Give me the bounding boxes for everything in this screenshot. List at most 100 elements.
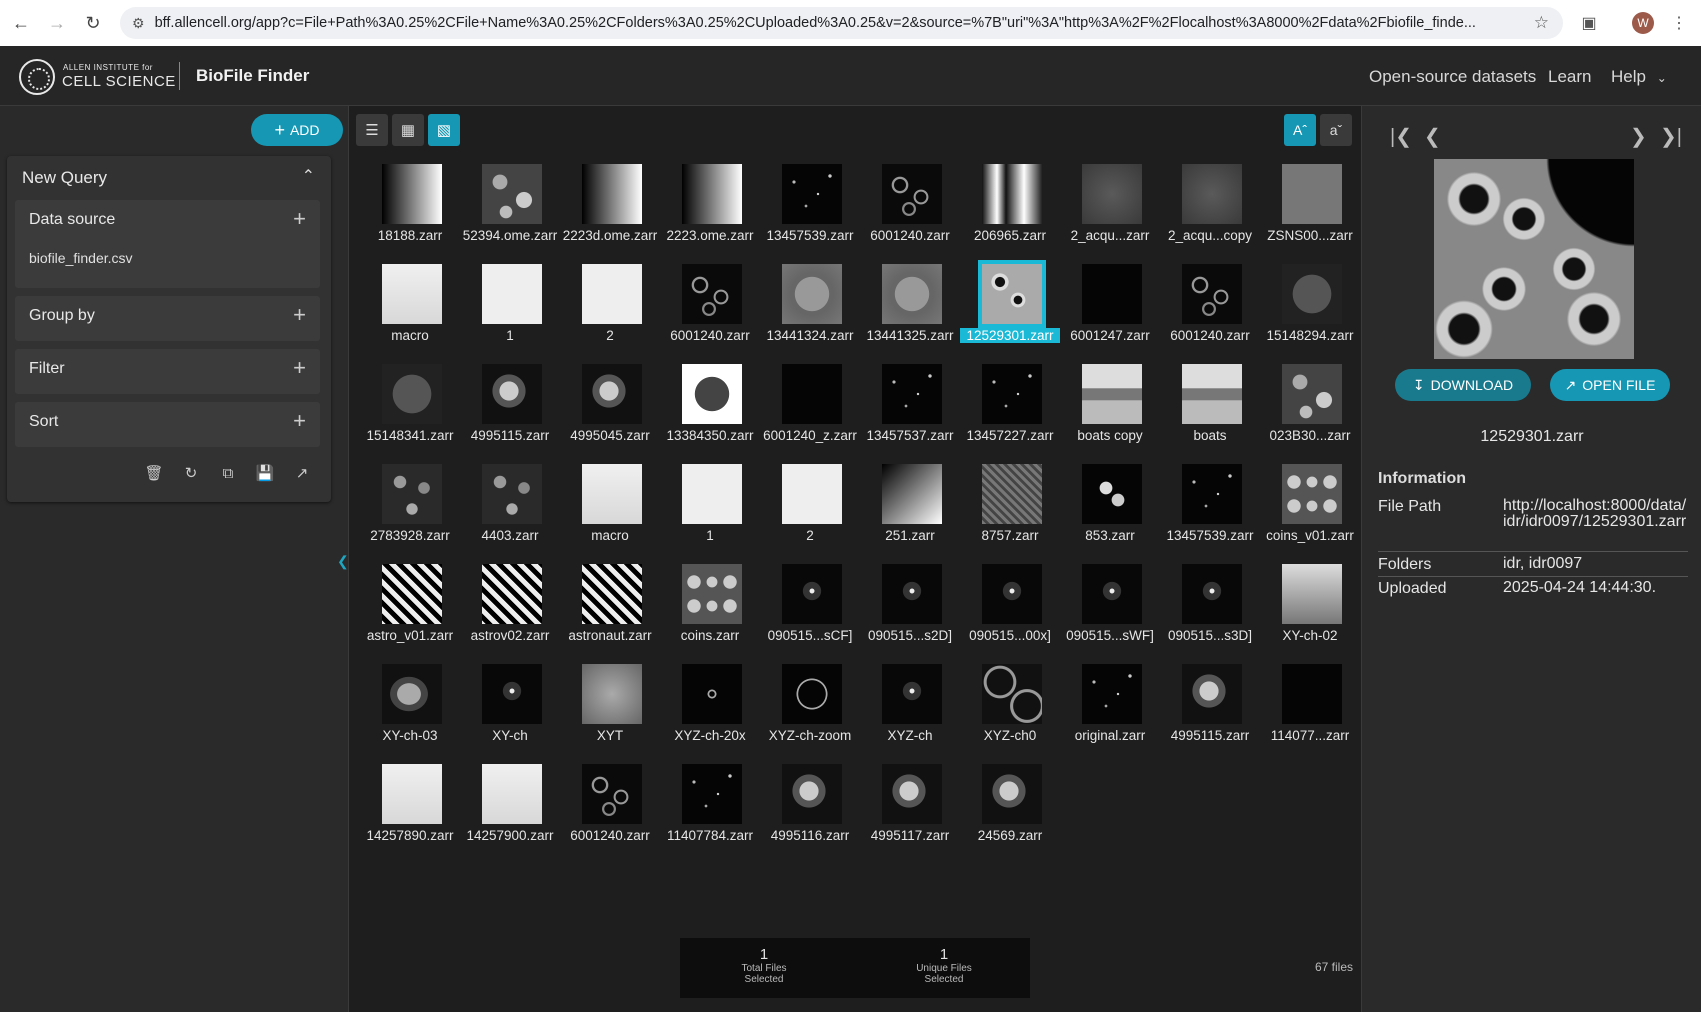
file-tile[interactable]: XYZ-ch-20x xyxy=(660,658,760,758)
file-tile[interactable]: 251.zarr xyxy=(860,458,960,558)
file-tile[interactable]: 090515...s2D] xyxy=(860,558,960,658)
file-tile[interactable]: coins_v01.zarr xyxy=(1260,458,1360,558)
file-tile[interactable]: 090515...00x] xyxy=(960,558,1060,658)
open-source-datasets-link[interactable]: Open-source datasets xyxy=(1369,67,1536,87)
file-tile[interactable]: XYZ-ch xyxy=(860,658,960,758)
file-tile[interactable]: 4995045.zarr xyxy=(560,358,660,458)
add-filter-plus-icon[interactable]: + xyxy=(293,355,306,381)
delete-query-icon[interactable]: 🗑 xyxy=(143,462,165,484)
decrease-font-icon[interactable]: aˇ xyxy=(1320,114,1352,146)
learn-link[interactable]: Learn xyxy=(1548,67,1591,87)
file-tile[interactable]: 13441324.zarr xyxy=(760,258,860,358)
sort-section[interactable]: Sort + xyxy=(15,402,320,447)
file-tile[interactable]: boats copy xyxy=(1060,358,1160,458)
file-tile[interactable]: 13457537.zarr xyxy=(860,358,960,458)
uploaded-value[interactable]: 2025-04-24 14:44:30. xyxy=(1503,580,1688,596)
file-tile[interactable]: XYZ-ch0 xyxy=(960,658,1060,758)
file-tile[interactable]: 2_acqu...zarr xyxy=(1060,158,1160,258)
reload-icon[interactable]: ↻ xyxy=(78,8,108,38)
site-settings-icon[interactable]: ⚙ xyxy=(132,15,145,32)
chevron-up-icon[interactable]: ⌃ xyxy=(302,166,315,186)
share-icon[interactable]: ↗ xyxy=(291,462,313,484)
file-tile[interactable]: 1 xyxy=(460,258,560,358)
file-tile[interactable]: 13441325.zarr xyxy=(860,258,960,358)
file-tile[interactable]: 14257900.zarr xyxy=(460,758,560,858)
file-tile[interactable]: 114077...zarr xyxy=(1260,658,1360,758)
file-tile[interactable]: macro xyxy=(560,458,660,558)
file-tile[interactable]: macro xyxy=(360,258,460,358)
copy-icon[interactable]: ⧉ xyxy=(217,462,239,484)
file-tile[interactable]: XY-ch xyxy=(460,658,560,758)
file-tile[interactable]: 52394.ome.zarr xyxy=(460,158,560,258)
file-tile[interactable]: XY-ch-03 xyxy=(360,658,460,758)
file-tile[interactable]: XYZ-ch-zoom xyxy=(760,658,860,758)
file-tile[interactable]: ZSNS00...zarr xyxy=(1260,158,1360,258)
file-tile[interactable]: boats xyxy=(1160,358,1260,458)
file-tile[interactable]: 13457539.zarr xyxy=(1160,458,1260,558)
file-tile[interactable]: 1 xyxy=(660,458,760,558)
file-tile[interactable]: 14257890.zarr xyxy=(360,758,460,858)
file-tile[interactable]: 24569.zarr xyxy=(960,758,1060,858)
file-tile[interactable]: 090515...sCF] xyxy=(760,558,860,658)
bookmark-star-icon[interactable]: ☆ xyxy=(1534,13,1549,33)
file-tile[interactable]: astro_v01.zarr xyxy=(360,558,460,658)
file-tile[interactable]: 6001240_z.zarr xyxy=(760,358,860,458)
file-tile[interactable]: XYT xyxy=(560,658,660,758)
file-tile[interactable]: 6001240.zarr xyxy=(1160,258,1260,358)
file-tile[interactable]: 15148294.zarr xyxy=(1260,258,1360,358)
file-tile[interactable]: 13384350.zarr xyxy=(660,358,760,458)
file-tile[interactable]: 4995117.zarr xyxy=(860,758,960,858)
file-tile[interactable]: 6001240.zarr xyxy=(660,258,760,358)
file-tile[interactable]: 6001240.zarr xyxy=(560,758,660,858)
file-tile[interactable]: coins.zarr xyxy=(660,558,760,658)
file-tile[interactable]: original.zarr xyxy=(1060,658,1160,758)
address-bar[interactable]: ⚙ bff.allencell.org/app?c=File+Path%3A0.… xyxy=(120,7,1563,39)
refresh-icon[interactable]: ↻ xyxy=(180,462,202,484)
file-tile[interactable]: 15148341.zarr xyxy=(360,358,460,458)
large-grid-view-button[interactable]: ▧ xyxy=(428,114,460,146)
add-group-by-plus-icon[interactable]: + xyxy=(293,302,306,328)
save-icon[interactable]: 💾 xyxy=(254,462,276,484)
folders-value[interactable]: idr, idr0097 xyxy=(1503,556,1688,572)
file-tile[interactable]: 8757.zarr xyxy=(960,458,1060,558)
file-tile[interactable]: 12529301.zarr xyxy=(960,258,1060,358)
file-tile[interactable]: 13457539.zarr xyxy=(760,158,860,258)
file-tile[interactable]: 023B30...zarr xyxy=(1260,358,1360,458)
add-sort-plus-icon[interactable]: + xyxy=(293,408,306,434)
file-path-value[interactable]: http://localhost:8000/data/idr/idr0097/1… xyxy=(1503,498,1688,530)
file-tile[interactable]: 090515...s3D] xyxy=(1160,558,1260,658)
add-data-source-plus-icon[interactable]: + xyxy=(293,206,306,232)
add-query-button[interactable]: + ADD xyxy=(251,114,343,146)
list-view-button[interactable]: ☰ xyxy=(356,114,388,146)
extensions-icon[interactable]: ▣ xyxy=(1574,8,1604,38)
file-tile[interactable]: 853.zarr xyxy=(1060,458,1160,558)
file-tile[interactable]: 2223d.ome.zarr xyxy=(560,158,660,258)
back-icon[interactable]: ← xyxy=(6,8,36,38)
previous-file-icon[interactable]: ❮ xyxy=(1424,124,1441,149)
file-tile[interactable]: 4995115.zarr xyxy=(1160,658,1260,758)
file-tile[interactable]: 206965.zarr xyxy=(960,158,1060,258)
first-file-icon[interactable]: |❮ xyxy=(1390,124,1412,149)
file-tile[interactable]: 11407784.zarr xyxy=(660,758,760,858)
forward-icon[interactable]: → xyxy=(42,8,72,38)
file-tile[interactable]: 090515...sWF] xyxy=(1060,558,1160,658)
allen-institute-logo-icon[interactable] xyxy=(19,59,55,95)
filter-section[interactable]: Filter + xyxy=(15,349,320,394)
file-tile[interactable]: astronaut.zarr xyxy=(560,558,660,658)
collapse-sidebar-icon[interactable]: ❮ xyxy=(337,553,349,570)
file-tile[interactable]: 4995115.zarr xyxy=(460,358,560,458)
next-file-icon[interactable]: ❯ xyxy=(1630,124,1647,149)
last-file-icon[interactable]: ❯| xyxy=(1660,124,1682,149)
help-menu[interactable]: Help ⌄ xyxy=(1611,67,1667,87)
file-tile[interactable]: 2 xyxy=(760,458,860,558)
download-button[interactable]: ↧ DOWNLOAD xyxy=(1395,369,1531,401)
file-tile[interactable]: XY-ch-02 xyxy=(1260,558,1360,658)
profile-avatar[interactable]: W xyxy=(1632,12,1654,34)
file-tile[interactable]: 2783928.zarr xyxy=(360,458,460,558)
file-tile[interactable]: astrov02.zarr xyxy=(460,558,560,658)
file-tile[interactable]: 6001247.zarr xyxy=(1060,258,1160,358)
file-tile[interactable]: 4995116.zarr xyxy=(760,758,860,858)
file-tile[interactable]: 2_acqu...copy xyxy=(1160,158,1260,258)
file-tile[interactable]: 2223.ome.zarr xyxy=(660,158,760,258)
data-source-value[interactable]: biofile_finder.csv xyxy=(29,250,133,266)
